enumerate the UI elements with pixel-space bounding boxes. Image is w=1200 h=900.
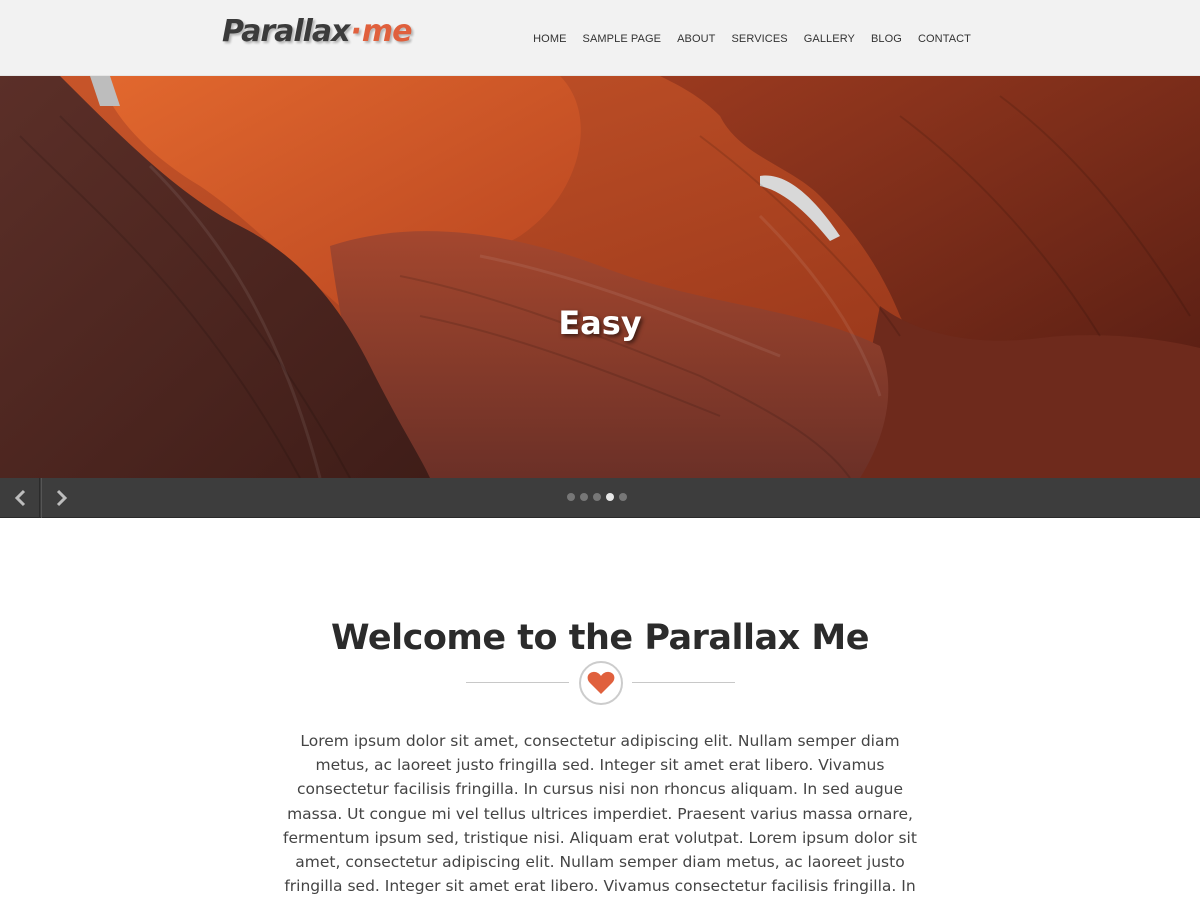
slider-dot-1[interactable] <box>567 493 575 501</box>
slider-pagination <box>567 493 627 501</box>
site-logo[interactable]: Parallax·me <box>222 14 413 49</box>
slider-dot-2[interactable] <box>580 493 588 501</box>
hero-slide: Easy <box>0 76 1200 478</box>
chevron-left-icon <box>14 489 25 507</box>
main-nav: HOME SAMPLE PAGE ABOUT SERVICES GALLERY … <box>517 33 971 45</box>
nav-item-home[interactable]: HOME <box>533 33 566 45</box>
slider-dot-4[interactable] <box>606 493 614 501</box>
section-divider <box>466 661 735 705</box>
welcome-body-text: Lorem ipsum dolor sit amet, consectetur … <box>283 732 917 896</box>
nav-item-contact[interactable]: CONTACT <box>918 33 971 45</box>
slider-next-button[interactable] <box>41 478 81 518</box>
welcome-title: Welcome to the Parallax Me <box>331 618 869 658</box>
nav-item-gallery[interactable]: GALLERY <box>804 33 855 45</box>
hero-caption: Easy <box>558 304 642 342</box>
nav-item-services[interactable]: SERVICES <box>732 33 788 45</box>
divider-line-right <box>632 682 735 683</box>
logo-accent-text: me <box>361 14 413 49</box>
slider-prev-button[interactable] <box>0 478 40 518</box>
divider-line-left <box>466 682 569 683</box>
hero-canyon-image <box>0 76 1200 478</box>
logo-separator: · <box>350 14 362 49</box>
heart-icon <box>587 671 615 694</box>
slider-dot-5[interactable] <box>619 493 627 501</box>
slider-dot-3[interactable] <box>593 493 601 501</box>
site-header: Parallax·me HOME SAMPLE PAGE ABOUT SERVI… <box>0 0 1200 76</box>
nav-item-sample-page[interactable]: SAMPLE PAGE <box>583 33 662 45</box>
heart-badge <box>579 661 623 705</box>
slider-controls <box>0 478 1200 518</box>
logo-main-text: Parallax <box>222 14 351 49</box>
nav-item-about[interactable]: ABOUT <box>677 33 715 45</box>
chevron-right-icon <box>56 489 67 507</box>
nav-item-blog[interactable]: BLOG <box>871 33 902 45</box>
